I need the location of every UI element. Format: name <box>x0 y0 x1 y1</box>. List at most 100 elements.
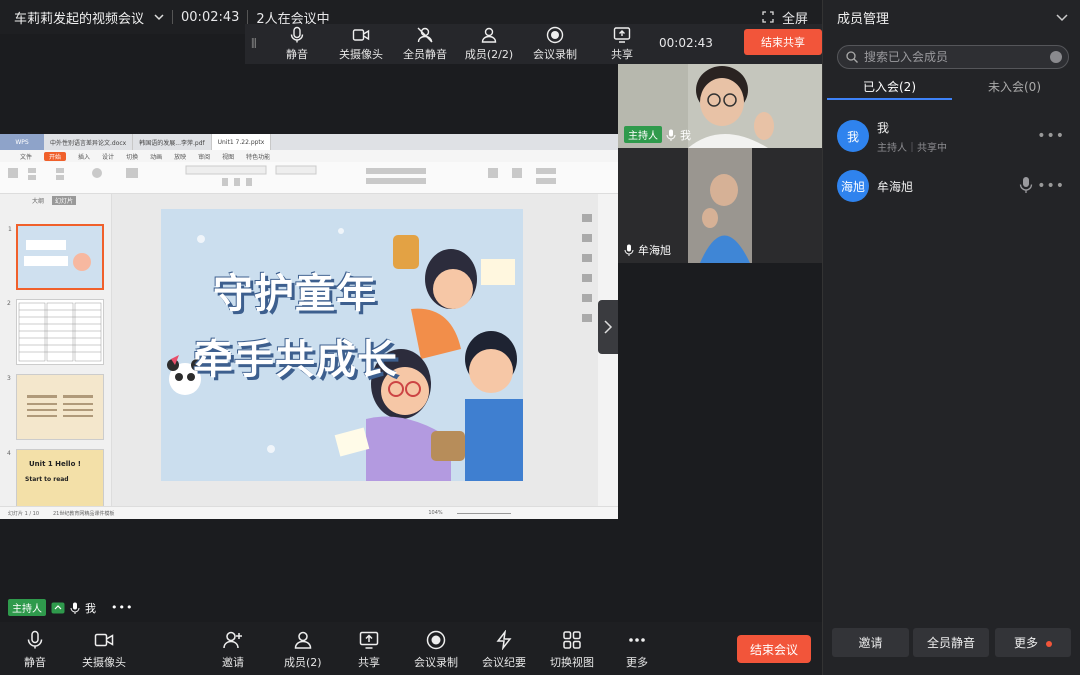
members-icon <box>294 631 312 649</box>
mute-all-icon <box>417 27 433 43</box>
zoom-slider[interactable] <box>456 512 511 514</box>
wps-ribbon[interactable] <box>0 162 618 194</box>
share-record-button[interactable]: 会议录制 <box>531 24 579 64</box>
menu-design[interactable]: 设计 <box>102 152 114 161</box>
fullscreen-icon <box>762 11 774 23</box>
right-side-tools[interactable] <box>576 194 598 506</box>
status-zoom[interactable]: 104% <box>428 510 442 516</box>
slide-thumbnail[interactable]: 2 <box>7 299 104 365</box>
more-options-icon[interactable]: ••• <box>111 601 133 614</box>
meeting-timer: 00:02:43 <box>181 9 240 25</box>
mute-label: 静音 <box>24 656 46 669</box>
invite-label: 邀请 <box>222 656 244 669</box>
camera-button[interactable]: 关摄像头 <box>82 630 126 670</box>
share-share-button[interactable]: 共享 <box>607 24 637 64</box>
pane-tab-outline[interactable]: 大纲 <box>32 196 44 205</box>
invite-user-icon <box>223 631 242 649</box>
pdf-tab[interactable]: 韩国语的发展...李萍.pdf <box>133 134 212 150</box>
share-camera-button[interactable]: 关摄像头 <box>337 24 385 64</box>
thumb-unit-subtitle: Start to read <box>25 476 69 483</box>
menu-review[interactable]: 审阅 <box>198 152 210 161</box>
doc-tab[interactable]: 中外性别语言差异论文.docx <box>44 134 134 150</box>
wps-home-tab[interactable]: WPS <box>0 134 44 150</box>
chevron-right-icon <box>604 320 613 334</box>
chevron-down-icon[interactable] <box>154 12 164 22</box>
share-record-label: 会议录制 <box>533 48 577 61</box>
more-label: 更多 <box>626 656 648 669</box>
members-icon <box>481 27 497 43</box>
share-mute-all-button[interactable]: 全员静音 <box>401 24 449 64</box>
more-button[interactable]: 更多 <box>626 630 648 670</box>
status-theme: 21世纪教育网精品课件模板 <box>53 510 115 517</box>
clear-search-icon[interactable] <box>1050 51 1062 63</box>
menu-slideshow[interactable]: 放映 <box>174 152 186 161</box>
wps-status-bar: 幻灯片 1 / 10 21世纪教育网精品课件模板 104% <box>0 506 618 519</box>
pptx-tab[interactable]: Unit1 7.22.pptx <box>211 134 272 150</box>
self-status-tag: 主持人 我 ••• <box>8 599 133 616</box>
share-members-label: 成员(2/2) <box>464 48 514 61</box>
end-share-button[interactable]: 结束共享 <box>744 29 822 55</box>
member-row[interactable]: 海旭 牟海旭 ••• <box>837 166 1069 206</box>
panel-invite-button[interactable]: 邀请 <box>832 628 909 657</box>
menu-file[interactable]: 文件 <box>20 152 32 161</box>
panel-mute-all-button[interactable]: 全员静音 <box>913 628 989 657</box>
menu-special[interactable]: 特色功能 <box>246 152 270 161</box>
mute-button[interactable]: 静音 <box>24 630 46 670</box>
avatar: 我 <box>837 120 869 152</box>
menu-animation[interactable]: 动画 <box>150 152 162 161</box>
slide-title-line2: 牵手共成长 <box>193 337 398 383</box>
record-icon <box>546 26 564 44</box>
member-more-icon[interactable]: ••• <box>1037 128 1065 144</box>
slide-number: 4 <box>7 450 11 457</box>
screen-share-icon <box>359 631 379 649</box>
collapse-video-handle[interactable] <box>598 300 618 354</box>
share-camera-label: 关摄像头 <box>339 48 383 61</box>
share-mute-button[interactable]: 静音 <box>281 24 313 64</box>
pane-tab-slides[interactable]: 幻灯片 <box>52 195 77 205</box>
end-meeting-button[interactable]: 结束会议 <box>737 635 811 663</box>
member-management-panel: 成员管理 已入会(2) 未入会(0) 我 我 主持人｜共享中 ••• 海旭 牟海… <box>822 0 1080 675</box>
panel-more-button[interactable]: 更多 <box>995 628 1071 657</box>
menu-home[interactable]: 开始 <box>44 151 67 161</box>
panel-title: 成员管理 <box>837 11 890 27</box>
slide-thumbnail-image <box>18 226 102 288</box>
current-slide[interactable]: 守护童年 牵手共成长 <box>161 209 523 481</box>
record-label: 会议录制 <box>414 656 458 669</box>
meeting-title[interactable]: 车莉莉发起的视频会议 <box>14 8 144 27</box>
switch-view-button[interactable]: 切换视图 <box>550 630 594 670</box>
chevron-down-icon[interactable] <box>1056 11 1068 23</box>
host-badge: 主持人 <box>624 126 662 143</box>
wps-tab-bar: WPS 中外性别语言差异论文.docx 韩国语的发展...李萍.pdf Unit… <box>0 134 618 150</box>
slide-thumbnail-image <box>18 302 102 362</box>
tab-joined[interactable]: 已入会(2) <box>827 72 952 100</box>
menu-insert[interactable]: 插入 <box>78 152 90 161</box>
share-button[interactable]: 共享 <box>358 630 380 670</box>
member-search-input[interactable] <box>864 50 1044 64</box>
member-tabs: 已入会(2) 未入会(0) <box>827 72 1077 100</box>
record-button[interactable]: 会议录制 <box>414 630 458 670</box>
tab-not-joined[interactable]: 未入会(0) <box>952 72 1077 100</box>
slide-thumbnail-image <box>17 375 103 439</box>
share-members-button[interactable]: 成员(2/2) <box>463 24 515 64</box>
menu-transition[interactable]: 切换 <box>126 152 138 161</box>
member-more-icon[interactable]: ••• <box>1037 178 1065 194</box>
menu-view[interactable]: 视图 <box>222 152 234 161</box>
ribbon-toolbar-icons <box>8 165 556 186</box>
members-label: 成员(2) <box>284 656 322 669</box>
members-button[interactable]: 成员(2) <box>284 630 322 670</box>
invite-button[interactable]: 邀请 <box>222 630 244 670</box>
minutes-button[interactable]: 会议纪要 <box>482 630 526 670</box>
slide-thumbnail[interactable]: 3 <box>7 374 104 440</box>
microphone-icon <box>290 26 304 43</box>
video-tile-me[interactable]: 主持人 我 <box>618 64 822 148</box>
participant-name: 牟海旭 <box>638 244 671 257</box>
video-tile-mou[interactable]: 牟海旭 <box>618 148 822 263</box>
member-status: 主持人｜共享中 <box>877 142 947 154</box>
drag-handle-icon[interactable]: ⦀ <box>251 37 265 52</box>
microphone-icon[interactable] <box>1019 176 1033 194</box>
status-page: 幻灯片 1 / 10 <box>8 510 39 517</box>
camera-icon <box>352 29 370 41</box>
member-row[interactable]: 我 我 主持人｜共享中 ••• <box>837 116 1069 156</box>
slide-thumbnail[interactable]: 1 <box>8 224 104 290</box>
self-name: 我 <box>85 601 96 615</box>
